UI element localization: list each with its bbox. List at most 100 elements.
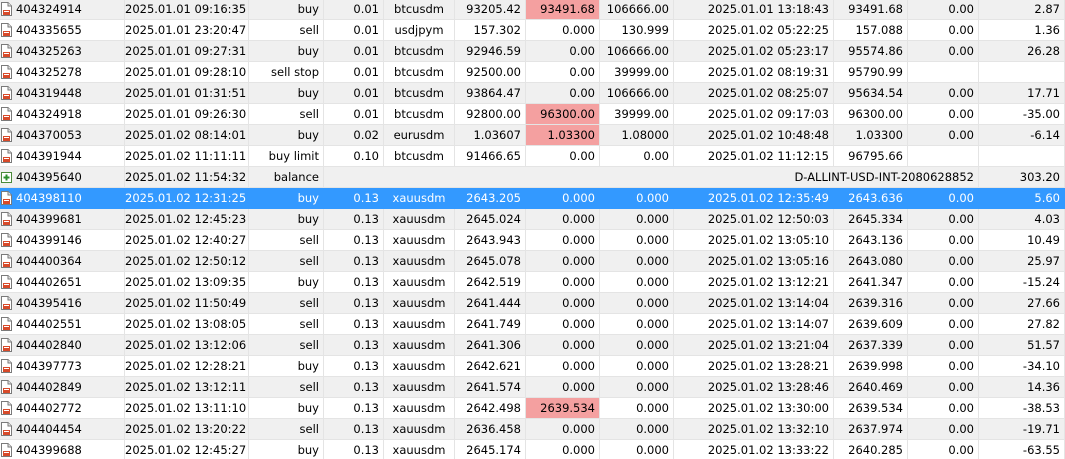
sl-cell: 0.000 xyxy=(526,209,600,230)
close-time-cell: 2025.01.02 08:25:07 xyxy=(674,83,834,104)
ticket-cell: 404404454 xyxy=(0,419,125,440)
order-doc-icon xyxy=(1,422,12,436)
open-time-cell: 2025.01.02 12:28:21 xyxy=(125,356,249,377)
table-row[interactable]: 404325278 2025.01.01 09:28:10 sell stop 0.0… xyxy=(0,62,1065,83)
comment-cell: D-ALLINT-USD-INT-2080628852 xyxy=(324,167,979,188)
table-row[interactable]: 404325263 2025.01.01 09:27:31 buy 0.01 btcus… xyxy=(0,41,1065,62)
open-time-cell: 2025.01.02 12:45:27 xyxy=(125,440,249,459)
commission-cell: 0.00 xyxy=(908,398,979,419)
close-price-cell: 2643.136 xyxy=(834,230,908,251)
open-price-cell: 2641.306 xyxy=(455,335,526,356)
open-price-cell: 92800.00 xyxy=(455,104,526,125)
profit-cell: 14.36 xyxy=(979,377,1065,398)
open-time-cell: 2025.01.02 08:14:01 xyxy=(125,125,249,146)
profit-cell: 1.36 xyxy=(979,20,1065,41)
profit-cell: -38.53 xyxy=(979,398,1065,419)
table-row[interactable]: 404402651 2025.01.02 13:09:35 buy 0.13 xauus… xyxy=(0,272,1065,293)
order-doc-icon xyxy=(1,149,12,163)
close-price-cell: 96795.66 xyxy=(834,146,908,167)
open-price-cell: 92946.59 xyxy=(455,41,526,62)
order-doc-icon xyxy=(1,338,12,352)
tp-cell: 0.000 xyxy=(600,230,674,251)
table-row[interactable]: 404402551 2025.01.02 13:08:05 sell 0.13 xauu… xyxy=(0,314,1065,335)
table-row[interactable]: 404370053 2025.01.02 08:14:01 buy 0.02 eurus… xyxy=(0,125,1065,146)
tp-cell: 106666.00 xyxy=(600,41,674,62)
volume-cell: 0.13 xyxy=(324,188,384,209)
type-cell: buy xyxy=(249,188,324,209)
profit-cell: 27.82 xyxy=(979,314,1065,335)
table-row[interactable]: 404402840 2025.01.02 13:12:06 sell 0.13 xauu… xyxy=(0,335,1065,356)
sl-cell: 0.000 xyxy=(526,20,600,41)
tp-cell: 0.000 xyxy=(600,209,674,230)
type-cell: sell stop xyxy=(249,62,324,83)
close-time-cell: 2025.01.02 13:14:04 xyxy=(674,293,834,314)
table-row[interactable]: 404402772 2025.01.02 13:11:10 buy 0.13 xauus… xyxy=(0,398,1065,419)
sl-cell: 0.00 xyxy=(526,146,600,167)
commission-cell: 0.00 xyxy=(908,293,979,314)
close-time-cell: 2025.01.02 12:35:49 xyxy=(674,188,834,209)
sl-cell: 0.000 xyxy=(526,230,600,251)
profit-cell: 26.28 xyxy=(979,41,1065,62)
open-price-cell: 2645.078 xyxy=(455,251,526,272)
volume-cell: 0.13 xyxy=(324,356,384,377)
table-row[interactable]: 404397773 2025.01.02 12:28:21 buy 0.13 xauus… xyxy=(0,356,1065,377)
table-row[interactable]: 404391944 2025.01.02 11:11:11 buy limit 0.1… xyxy=(0,146,1065,167)
table-row[interactable]: 404398110 2025.01.02 12:31:25 buy 0.13 xauus… xyxy=(0,188,1065,209)
ticket-cell: 404325278 xyxy=(0,62,125,83)
table-row[interactable]: 404400364 2025.01.02 12:50:12 sell 0.13 xauu… xyxy=(0,251,1065,272)
symbol-cell: btcusdm xyxy=(384,0,455,20)
commission-cell: 0.00 xyxy=(908,377,979,398)
close-price-cell: 2639.998 xyxy=(834,356,908,377)
table-row[interactable]: 404399688 2025.01.02 12:45:27 buy 0.13 xauus… xyxy=(0,440,1065,459)
type-cell: buy xyxy=(249,41,324,62)
close-price-cell: 2643.636 xyxy=(834,188,908,209)
symbol-cell: xauusdm xyxy=(384,398,455,419)
open-price-cell: 2645.024 xyxy=(455,209,526,230)
symbol-cell: usdjpym xyxy=(384,20,455,41)
table-row[interactable]: 404399146 2025.01.02 12:40:27 sell 0.13 xauu… xyxy=(0,230,1065,251)
close-price-cell: 2641.347 xyxy=(834,272,908,293)
close-price-cell: 2640.285 xyxy=(834,440,908,459)
tp-cell: 0.000 xyxy=(600,293,674,314)
table-row[interactable]: 404319448 2025.01.01 01:31:51 buy 0.01 btcus… xyxy=(0,83,1065,104)
table-row[interactable]: 404324918 2025.01.01 09:26:30 sell 0.01 btcu… xyxy=(0,104,1065,125)
profit-cell: 51.57 xyxy=(979,335,1065,356)
sl-cell: 1.03300 xyxy=(526,125,600,146)
close-price-cell: 2640.469 xyxy=(834,377,908,398)
balance-row[interactable]: 404395640 2025.01.02 11:54:32 balance 303.2… xyxy=(0,167,1065,188)
type-cell: balance xyxy=(249,167,324,188)
tp-cell: 0.000 xyxy=(600,272,674,293)
table-row[interactable]: 404324914 2025.01.01 09:16:35 buy 0.01 btcus… xyxy=(0,0,1065,20)
sl-cell: 0.000 xyxy=(526,314,600,335)
open-time-cell: 2025.01.01 09:27:31 xyxy=(125,41,249,62)
commission-cell: 0.00 xyxy=(908,83,979,104)
profit-cell xyxy=(979,62,1065,83)
type-cell: sell xyxy=(249,251,324,272)
symbol-cell: xauusdm xyxy=(384,440,455,459)
sl-cell: 0.00 xyxy=(526,41,600,62)
close-price-cell: 2637.974 xyxy=(834,419,908,440)
order-doc-icon xyxy=(1,86,12,100)
close-time-cell: 2025.01.02 10:48:48 xyxy=(674,125,834,146)
order-doc-icon xyxy=(1,359,12,373)
volume-cell: 0.02 xyxy=(324,125,384,146)
open-price-cell: 157.302 xyxy=(455,20,526,41)
commission-cell: 0.00 xyxy=(908,188,979,209)
tp-cell: 0.00 xyxy=(600,146,674,167)
type-cell: sell xyxy=(249,419,324,440)
commission-cell: 0.00 xyxy=(908,419,979,440)
sl-cell: 2639.534 xyxy=(526,398,600,419)
table-row[interactable]: 404335655 2025.01.01 23:20:47 sell 0.01 usdj… xyxy=(0,20,1065,41)
open-time-cell: 2025.01.02 13:11:10 xyxy=(125,398,249,419)
table-row[interactable]: 404404454 2025.01.02 13:20:22 sell 0.13 xauu… xyxy=(0,419,1065,440)
close-time-cell: 2025.01.02 13:05:10 xyxy=(674,230,834,251)
close-price-cell: 157.088 xyxy=(834,20,908,41)
table-row[interactable]: 404399681 2025.01.02 12:45:23 buy 0.13 xauus… xyxy=(0,209,1065,230)
commission-cell xyxy=(908,146,979,167)
open-time-cell: 2025.01.01 09:26:30 xyxy=(125,104,249,125)
tp-cell: 0.000 xyxy=(600,419,674,440)
profit-cell: -35.00 xyxy=(979,104,1065,125)
table-row[interactable]: 404402849 2025.01.02 13:12:11 sell 0.13 xauu… xyxy=(0,377,1065,398)
close-time-cell: 2025.01.02 11:12:15 xyxy=(674,146,834,167)
table-row[interactable]: 404395416 2025.01.02 11:50:49 sell 0.13 xauu… xyxy=(0,293,1065,314)
